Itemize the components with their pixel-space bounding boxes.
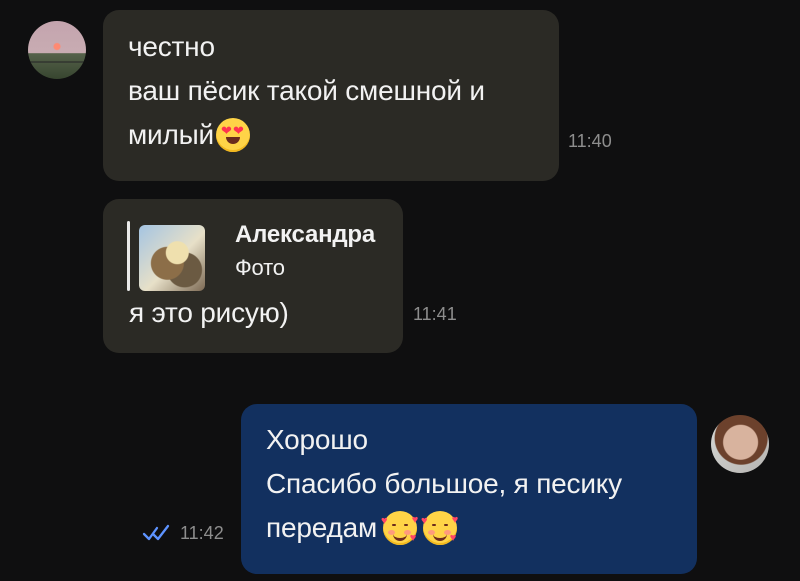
message-line: передам ♥ ♥ ♥ ♥ ♥ ♥ (266, 506, 697, 550)
reply-type-label: Фото (235, 255, 285, 280)
message-line-text: передам (266, 512, 378, 543)
incoming-message-1[interactable]: честно ваш пёсик такой смешной и милый (103, 10, 559, 181)
incoming-reply-message[interactable]: Александра Фото я это рисую) (103, 199, 403, 353)
message-line: честно (128, 31, 215, 62)
reply-sender-name: Александра (235, 221, 376, 248)
reply-photo-thumbnail (139, 225, 205, 291)
smiling-face-with-hearts-emoji: ♥ ♥ ♥ (381, 510, 418, 545)
message-line: Хорошо (266, 424, 368, 455)
reply-indicator (127, 221, 130, 291)
smiling-face-with-hearts-emoji: ♥ ♥ ♥ (421, 510, 458, 545)
message-line: Спасибо большое, я песику (266, 468, 622, 499)
message-text: я это рисую) (129, 297, 289, 328)
read-status-icon (142, 523, 172, 543)
message-line: ваш пёсик такой смешной и (128, 75, 485, 106)
message-time: 11:41 (413, 304, 457, 324)
reply-preview[interactable]: Александра Фото (121, 211, 403, 293)
user-avatar[interactable] (711, 415, 769, 473)
message-time: 11:40 (568, 131, 612, 151)
message-time: 11:42 (180, 523, 224, 543)
outgoing-message[interactable]: Хорошо Спасибо большое, я песику передам… (241, 404, 697, 574)
message-line: милый (128, 113, 559, 157)
sender-avatar[interactable] (28, 21, 86, 79)
chat-thread: честно ваш пёсик такой смешной и милый 1… (0, 0, 800, 581)
message-line-text: милый (128, 119, 214, 150)
heart-eyes-emoji (216, 117, 250, 152)
